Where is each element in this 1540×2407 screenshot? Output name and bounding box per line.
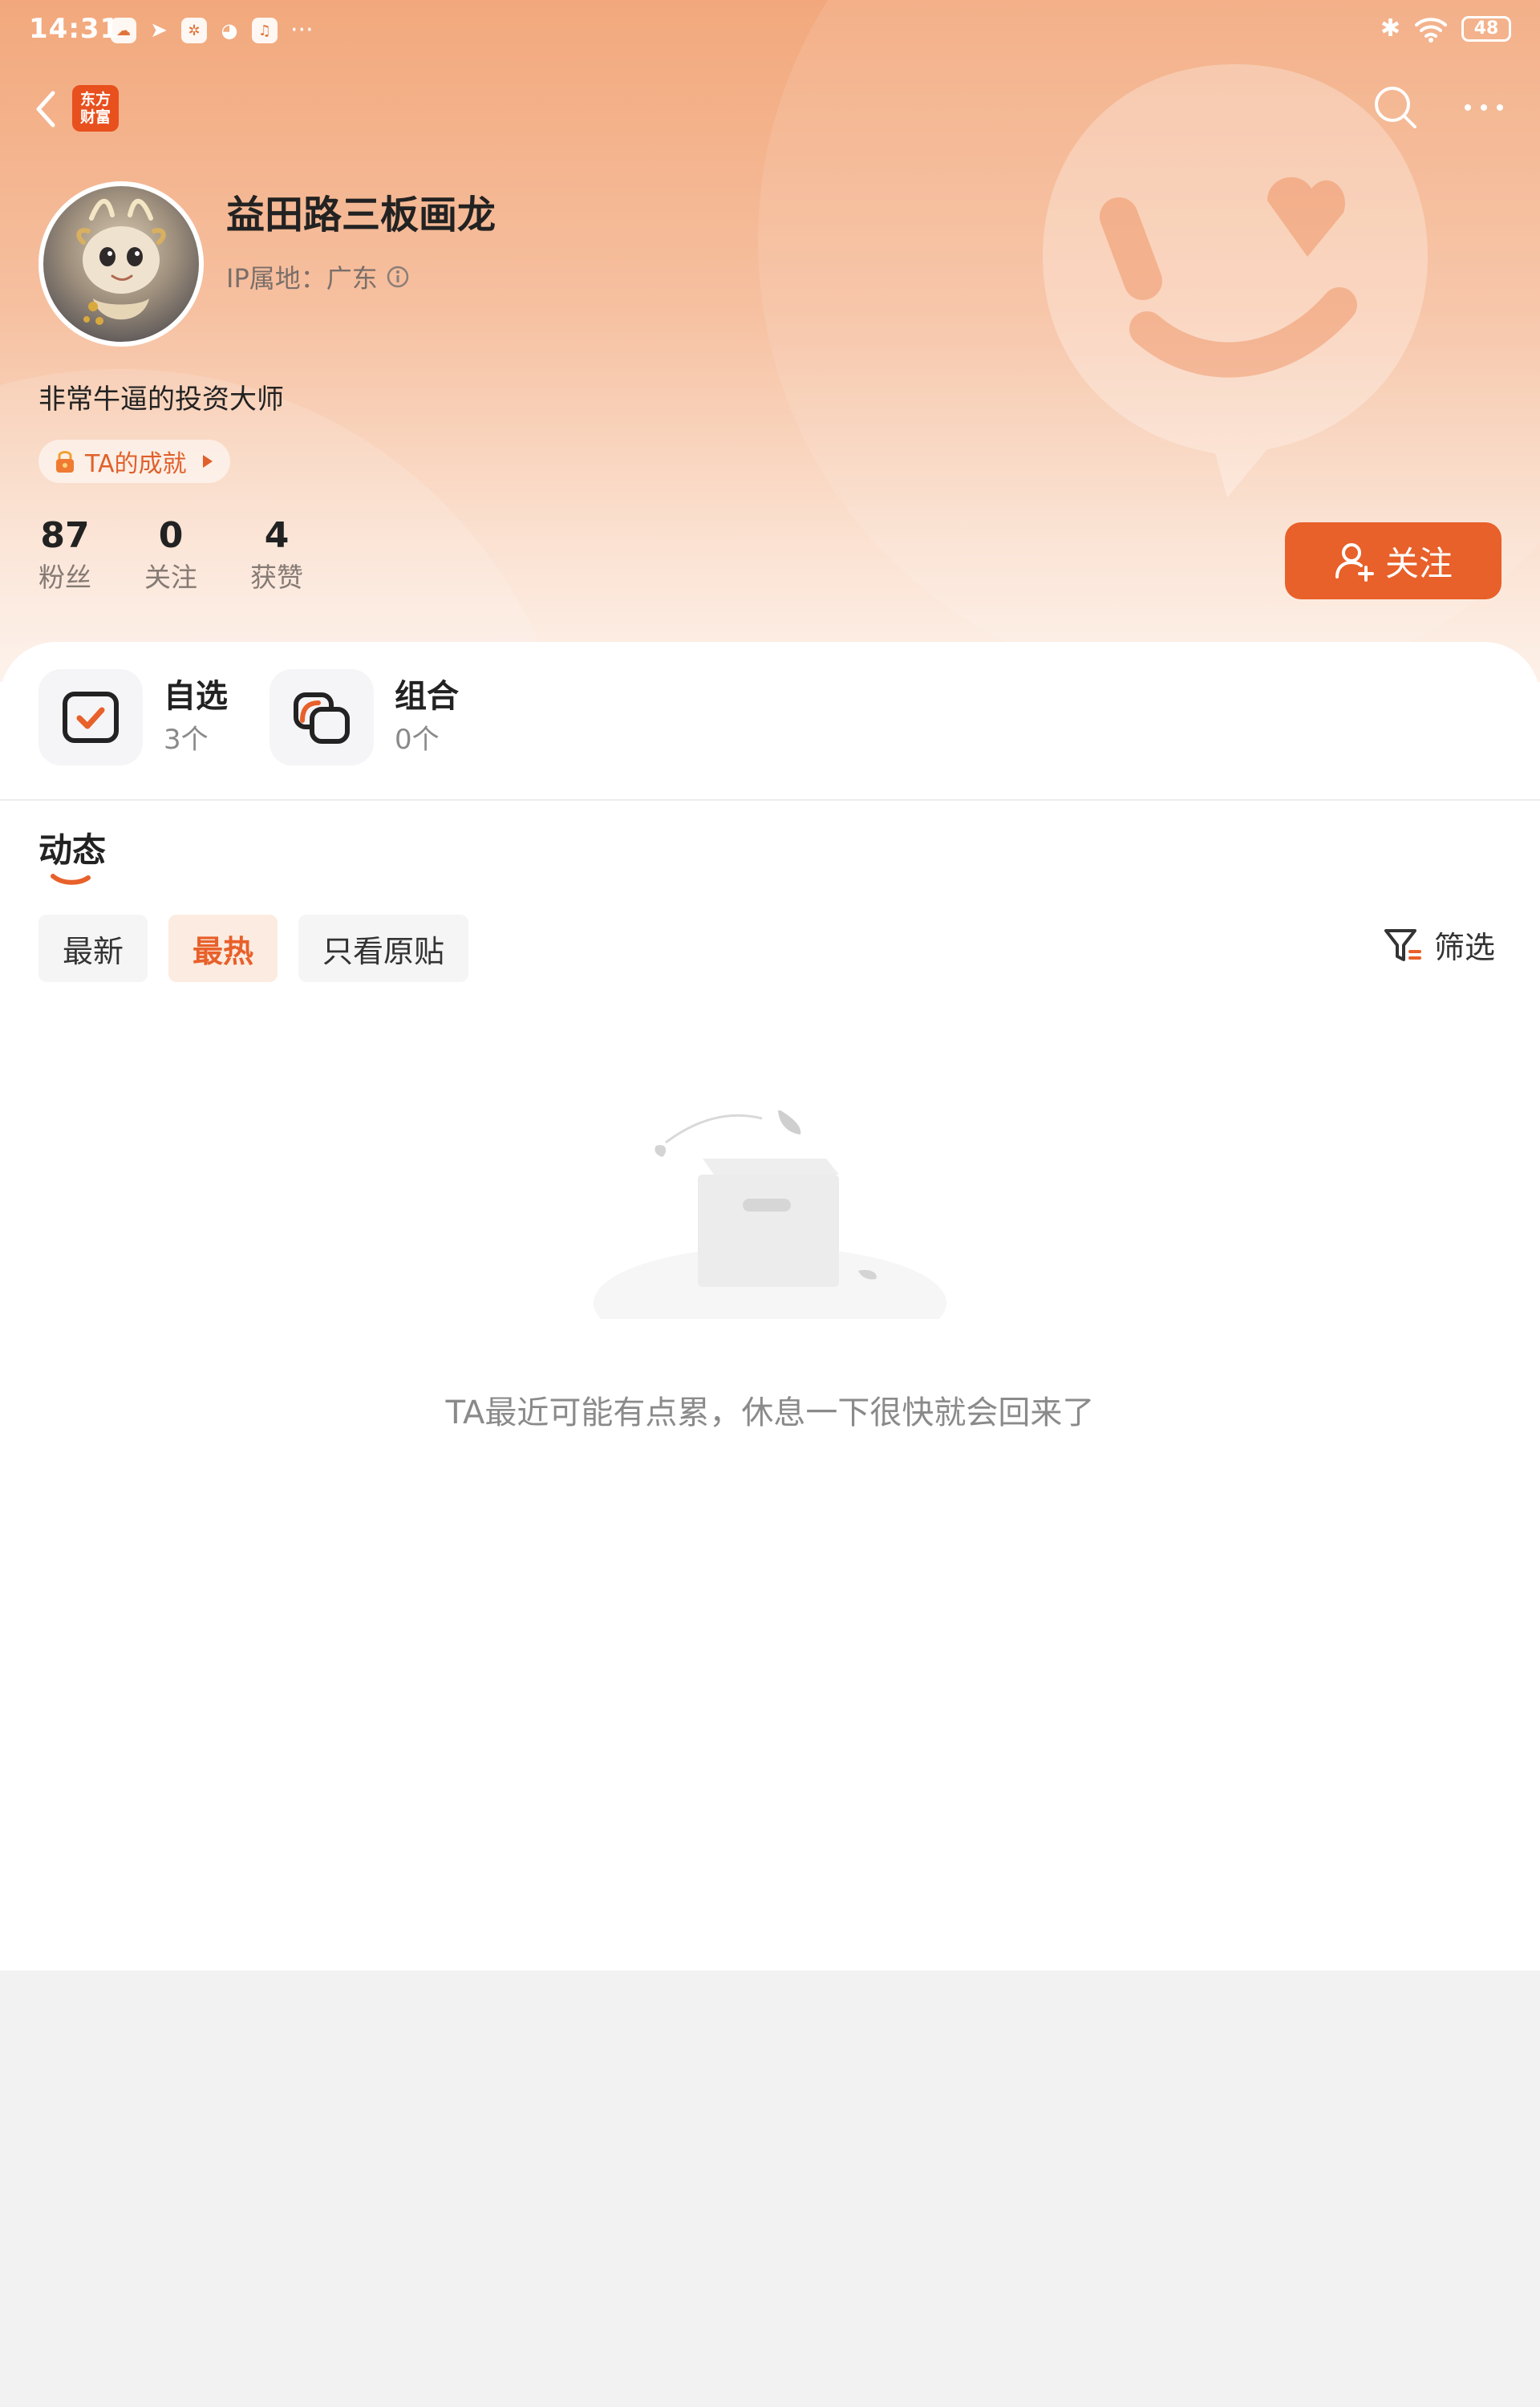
chevron-right-icon	[202, 455, 213, 468]
filter-button[interactable]: 筛选	[1381, 923, 1495, 967]
shortcut-count: 0个	[395, 724, 440, 756]
shortcut-title: 组合	[395, 678, 459, 715]
ip-location: IP属地：广东	[226, 263, 378, 294]
stat-following[interactable]: 0 关注	[144, 513, 197, 597]
stat-label: 获赞	[250, 562, 303, 593]
shortcut-text: 自选 3个	[164, 674, 228, 761]
ip-location-row: IP属地：广东	[226, 258, 410, 295]
status-time: 14:31	[29, 13, 120, 45]
empty-state-message: TA最近可能有点累，休息一下很快就会回来了	[445, 1394, 1095, 1431]
status-more-indicator: ···	[290, 16, 314, 44]
stat-value: 87	[40, 515, 90, 556]
music-app-icon: ♫	[252, 18, 278, 43]
more-menu-icon[interactable]	[1460, 83, 1508, 132]
stat-value: 4	[264, 515, 290, 556]
portfolio-stack-icon	[294, 692, 350, 744]
shortcut-title: 自选	[164, 678, 228, 715]
shortcut-portfolio[interactable]: 组合 0个	[270, 669, 459, 765]
shortcut-text: 组合 0个	[395, 674, 459, 761]
profile-bio: 非常牛逼的投资大师	[38, 384, 284, 416]
checkbox-checked-icon	[63, 692, 119, 743]
back-arrow-icon[interactable]	[27, 80, 63, 138]
stat-likes[interactable]: 4 获赞	[250, 513, 303, 597]
section-divider	[0, 799, 1540, 801]
info-icon[interactable]	[386, 265, 410, 289]
shortcut-icon-box	[38, 669, 143, 765]
stat-label: 关注	[144, 562, 197, 593]
brand-logo[interactable]: 东方 财富	[72, 85, 119, 132]
feed-section-title: 动态	[38, 830, 107, 870]
lock-icon	[56, 451, 74, 473]
profile-page: 14:31 ☁ ➤ ✲ ◕ ♫ ··· ✱ 48 东方 财富 益田路三板画龙 I…	[0, 0, 1540, 1971]
achievement-label: TA的成就	[85, 450, 187, 478]
follow-button-label: 关注	[1384, 543, 1453, 583]
bluetooth-icon: ✱	[1380, 14, 1400, 43]
username: 益田路三板画龙	[226, 193, 496, 237]
shortcut-icon-box	[270, 669, 374, 765]
status-system-icons: ✱ 48	[1380, 14, 1511, 43]
stat-value: 0	[158, 515, 184, 556]
tab-original-only[interactable]: 只看原贴	[298, 915, 469, 982]
tab-latest[interactable]: 最新	[38, 915, 148, 982]
search-icon[interactable]	[1372, 83, 1420, 132]
shortcut-count: 3个	[164, 724, 209, 756]
dragon-avatar-image	[76, 198, 166, 325]
profile-stats: 87 粉丝 0 关注 4 获赞	[38, 513, 356, 597]
avatar[interactable]	[38, 181, 204, 347]
pinwheel-app-icon: ✲	[181, 18, 207, 43]
status-notification-icons: ☁ ➤ ✲ ◕ ♫ ···	[111, 18, 314, 43]
status-bar: 14:31 ☁ ➤ ✲ ◕ ♫ ··· ✱ 48	[0, 0, 1540, 61]
title-underline-swoosh	[51, 874, 91, 885]
content-card: 自选 3个 组合 0个 动态 最新 最热 只看原贴 筛选 TA最近可能有点累，休…	[0, 642, 1540, 1971]
achievement-badge[interactable]: TA的成就	[38, 440, 230, 483]
brand-logo-text: 东方 财富	[79, 91, 111, 126]
feed-tabs: 最新 最热 只看原贴	[38, 915, 469, 982]
follow-button[interactable]: 关注	[1285, 522, 1502, 599]
empty-box-illustration	[594, 1110, 946, 1319]
shortcut-watchlist[interactable]: 自选 3个	[38, 669, 228, 765]
telegram-app-icon: ➤	[150, 18, 168, 43]
tab-hottest[interactable]: 最热	[168, 915, 278, 982]
wifi-icon	[1415, 17, 1447, 43]
add-user-icon	[1335, 543, 1374, 582]
stat-label: 粉丝	[38, 562, 91, 593]
stat-followers[interactable]: 87 粉丝	[38, 513, 91, 597]
filter-label: 筛选	[1434, 930, 1496, 965]
weather-app-icon: ☁	[111, 18, 136, 43]
battery-indicator: 48	[1461, 15, 1511, 42]
wechat-app-icon: ◕	[221, 19, 238, 42]
filter-funnel-icon	[1384, 928, 1421, 961]
